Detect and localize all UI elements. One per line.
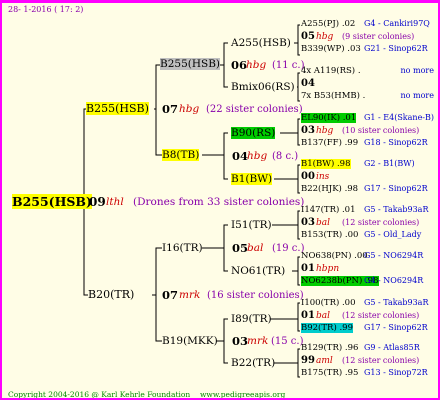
g4-7-bottom-line: G13 - Sinop72R: [364, 368, 428, 377]
g4-3-top-name[interactable]: B1(BW) .98: [301, 159, 351, 169]
g4-1-bottom-name[interactable]: 7x B53(HMB) .: [301, 91, 365, 101]
g4-6-top-name[interactable]: I100(TR) .00: [301, 298, 356, 308]
g1-father-note: (16 sister colonies): [207, 290, 304, 301]
pedigree-frame: 28- 1-2016 ( 17: 2) B255(HSB) 09 lthl (D…: [0, 0, 440, 400]
g3-5[interactable]: NO61(TR): [231, 265, 285, 277]
g4-0-code: hbg: [316, 32, 334, 42]
g4-7-top-line: G9 - Atlas85R: [364, 343, 420, 352]
g3-3[interactable]: B1(BW): [231, 173, 273, 185]
g2-3-code: mrk: [247, 335, 269, 347]
g1-father-year: 07: [162, 288, 179, 302]
g4-5-code: hbpn: [316, 264, 340, 274]
g4-1-top-name[interactable]: 4x A119(RS) .: [301, 66, 361, 76]
g4-2-code: hbg: [316, 126, 334, 136]
g4-3-year: 00: [301, 171, 315, 182]
g3-0[interactable]: A255(HSB): [231, 37, 291, 49]
g2-1-note: (8 c.): [272, 151, 299, 162]
g4-7-year: 99: [301, 355, 315, 366]
g4-6-bottom-line: G17 - Sinop62R: [364, 323, 428, 332]
g4-4-top-line: G5 - Takab93aR: [364, 205, 429, 214]
g2-0-note: (11 c.): [272, 60, 305, 71]
g4-6-bottom-name[interactable]: B92(TR) .99: [301, 323, 353, 333]
g2-2[interactable]: I16(TR): [162, 242, 203, 254]
g2-2-year: 05: [232, 241, 249, 255]
g4-4-code: bal: [316, 218, 331, 228]
g4-1-top-line: no more: [400, 66, 434, 75]
g4-0-top-line: G4 - Cankiri97Q: [364, 19, 430, 28]
g4-0-bottom-line: G21 - Sinop62R: [364, 44, 428, 53]
g3-2[interactable]: B90(RS): [231, 127, 276, 139]
g1-mother[interactable]: B255(HSB): [86, 102, 149, 115]
g4-6-year: 01: [301, 310, 315, 321]
g2-1-code: hbg: [247, 150, 268, 162]
g4-3-code: ins: [316, 172, 330, 182]
g4-0-top-name[interactable]: A255(PJ) .02: [301, 19, 355, 29]
g1-mother-code: hbg: [179, 103, 200, 115]
g2-3[interactable]: B19(MKK): [162, 335, 218, 347]
g4-2-top-name[interactable]: EL90(IK) .01: [301, 113, 357, 123]
footer-url[interactable]: www.pedigreeapis.org: [200, 390, 285, 398]
g4-5-top-line: G5 - NO6294R: [364, 251, 424, 260]
g4-0-note: (9 sister colonies): [342, 32, 415, 41]
g3-7[interactable]: B22(TR): [231, 357, 275, 369]
g4-5-bottom-line: G4 - NO6294R: [364, 276, 424, 285]
g4-2-top-line: G1 - E4(Skane-B): [364, 113, 435, 122]
g4-3-bottom-line: G17 - Sinop62R: [364, 184, 428, 193]
g2-3-note: (15 c.): [271, 336, 304, 347]
g4-2-note: (10 sister colonies): [342, 126, 420, 135]
g4-4-bottom-line: G5 - Old_Lady: [364, 230, 422, 239]
root-code: lthl: [106, 196, 124, 208]
footer-copyright: Copyright 2004-2016 @ Karl Kehrle Founda…: [8, 390, 191, 399]
g4-4-top-name[interactable]: I147(TR) .01: [301, 205, 356, 215]
g4-4-note: (12 sister colonies): [342, 218, 420, 227]
root-note: (Drones from 33 sister colonies): [133, 196, 305, 208]
g4-0-year: 05: [301, 31, 315, 42]
g2-2-code: bal: [247, 242, 264, 254]
g4-7-top-name[interactable]: B129(TR) .96: [301, 343, 358, 353]
g4-6-code: bal: [316, 311, 331, 321]
g4-3-bottom-name[interactable]: B22(HJK) .98: [301, 184, 358, 194]
g4-7-code: aml: [316, 356, 333, 366]
g4-5-top-name[interactable]: NO638(PN) .00: [301, 251, 368, 261]
g4-3-top-line: G2 - B1(BW): [364, 159, 415, 168]
g2-1-year: 04: [232, 149, 249, 163]
g1-mother-note: (22 sister colonies): [206, 104, 303, 115]
g2-2-note: (19 c.): [272, 243, 305, 254]
g4-7-note: (12 sister colonies): [342, 356, 420, 365]
g4-1-year: 04: [301, 78, 315, 89]
g1-mother-year: 07: [162, 102, 179, 116]
date-stamp: 28- 1-2016 ( 17: 2): [8, 5, 84, 14]
g4-7-bottom-name[interactable]: B175(TR) .95: [301, 368, 358, 378]
g4-6-top-line: G5 - Takab93aR: [364, 298, 429, 307]
root-queen[interactable]: B255(HSB): [12, 194, 92, 209]
g2-3-year: 03: [232, 334, 249, 348]
g1-father[interactable]: B20(TR): [88, 288, 134, 301]
g4-2-year: 03: [301, 125, 315, 136]
g1-father-code: mrk: [179, 289, 201, 301]
g4-0-bottom-name[interactable]: B339(WP) .03: [301, 44, 361, 54]
g4-4-bottom-name[interactable]: B153(TR) .00: [301, 230, 358, 240]
g4-2-bottom-name[interactable]: B137(FF) .99: [301, 138, 358, 148]
g4-2-bottom-line: G18 - Sinop62R: [364, 138, 428, 147]
g3-6[interactable]: I89(TR): [231, 313, 272, 325]
g2-0[interactable]: B255(HSB): [160, 58, 221, 70]
g2-0-code: hbg: [246, 59, 267, 71]
g2-0-year: 06: [231, 58, 248, 72]
g3-4[interactable]: I51(TR): [231, 219, 272, 231]
g4-1-bottom-line: no more: [400, 91, 434, 100]
g2-1[interactable]: B8(TB): [162, 149, 200, 161]
g4-4-year: 03: [301, 217, 315, 228]
root-year: 09: [89, 195, 106, 209]
g4-6-note: (12 sister colonies): [342, 311, 420, 320]
g3-1[interactable]: Bmix06(RS): [231, 81, 295, 93]
g4-5-year: 01: [301, 263, 315, 274]
